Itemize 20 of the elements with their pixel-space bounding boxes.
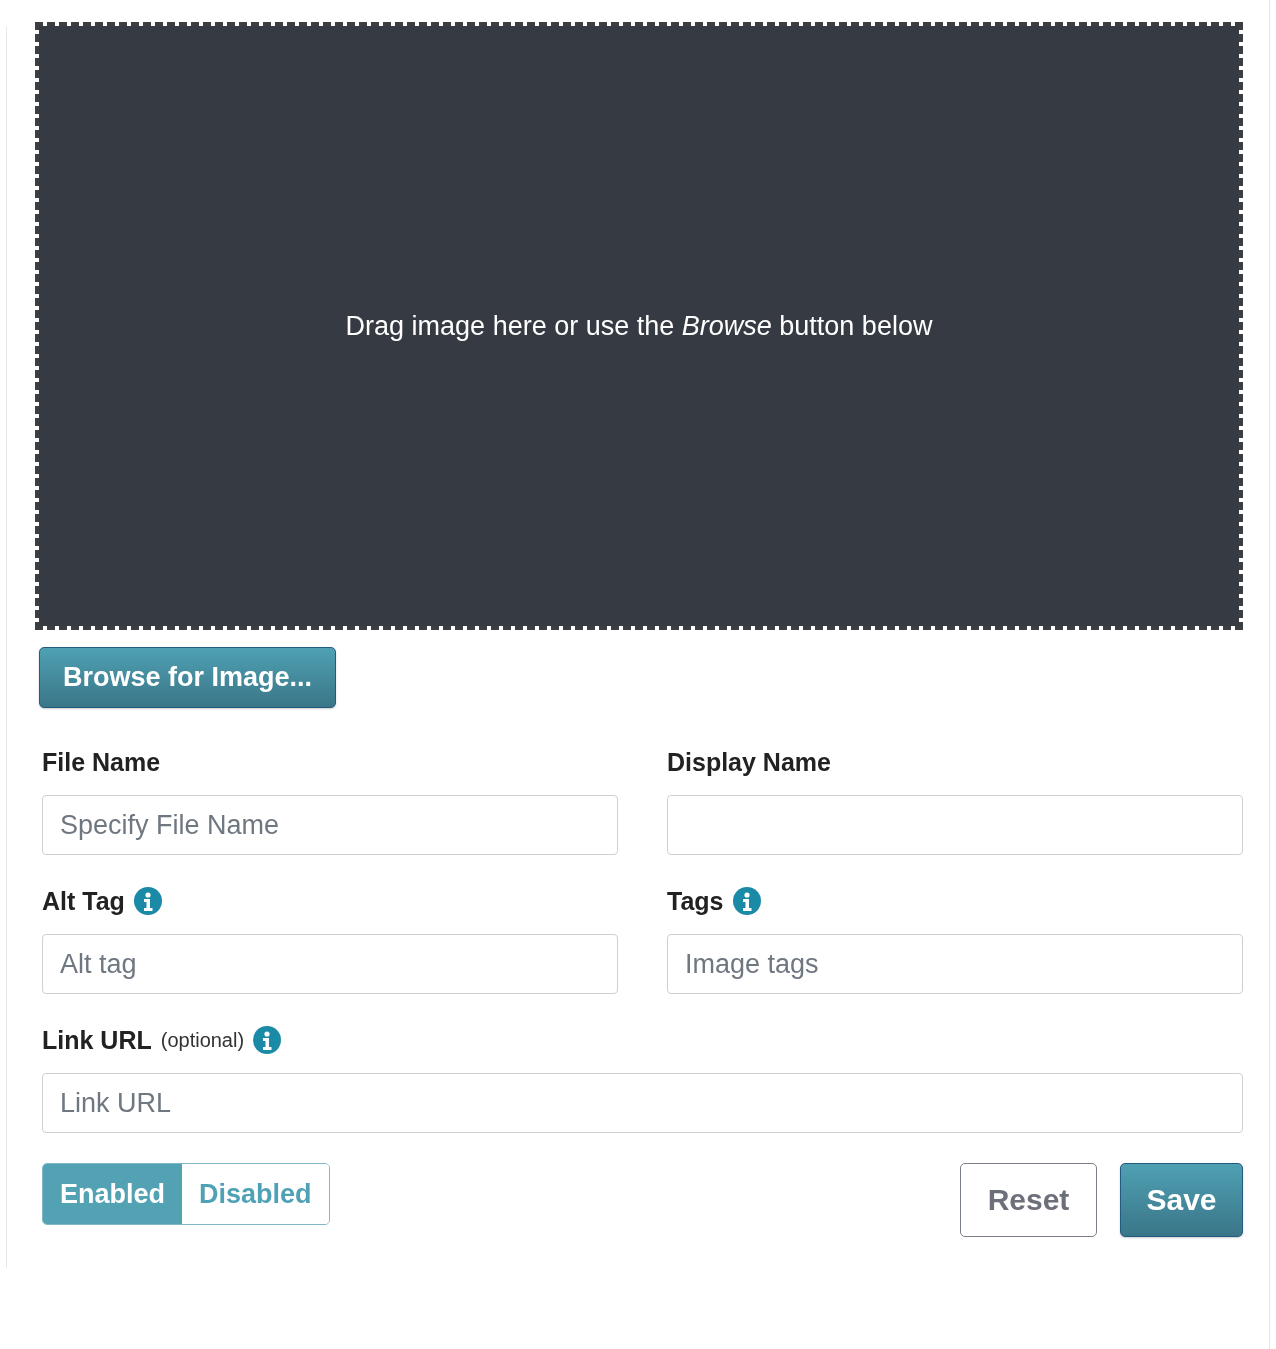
field-label: Tags [667, 886, 724, 916]
field-label: Display Name [667, 747, 831, 777]
toggle-option[interactable]: Enabled [43, 1164, 183, 1224]
save-button[interactable]: Save [1120, 1163, 1243, 1237]
info-icon[interactable] [732, 887, 761, 915]
input-field[interactable] [667, 795, 1243, 855]
reset-button[interactable]: Reset [960, 1163, 1097, 1237]
input-field[interactable]: Link URL [42, 1073, 1243, 1133]
input-field[interactable]: Specify File Name [42, 795, 618, 855]
info-icon[interactable] [253, 1026, 282, 1054]
browse-button[interactable]: Browse for Image... [39, 647, 336, 708]
field-label: File Name [42, 747, 161, 777]
field-label: Link URL [42, 1025, 152, 1055]
info-icon[interactable] [133, 887, 162, 915]
input-field[interactable]: Alt tag [42, 934, 618, 994]
field-note: (optional) [160, 1028, 245, 1052]
input-field[interactable]: Image tags [667, 934, 1243, 994]
drop-zone[interactable]: Drag image here or use the Browse button below [35, 22, 1243, 630]
drop-zone-text: Drag image here or use the Browse button below [345, 310, 933, 342]
field-label: Alt Tag [42, 886, 125, 916]
